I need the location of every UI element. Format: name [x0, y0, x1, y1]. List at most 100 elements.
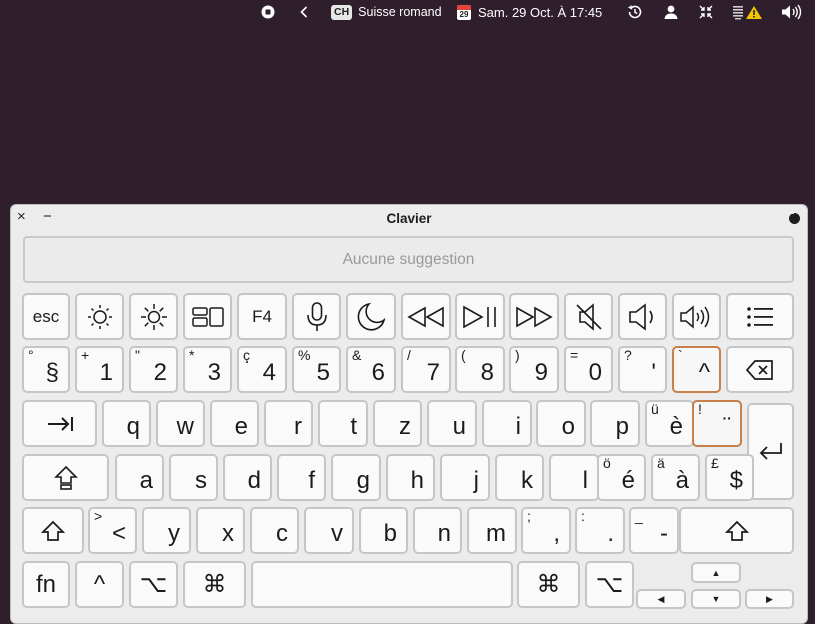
key-list[interactable] [726, 293, 794, 340]
key-shift-left[interactable] [22, 507, 84, 554]
key-arrow-right[interactable]: ▶ [745, 589, 794, 609]
moon-icon [355, 301, 387, 333]
record-stop-icon[interactable] [261, 0, 275, 24]
key-e-grave[interactable]: üè [645, 400, 694, 447]
command-icon: ⌘ [536, 571, 561, 598]
key-7[interactable]: /7 [401, 346, 451, 393]
key-brightness-down[interactable] [75, 293, 124, 340]
key-3[interactable]: * 3 [183, 346, 232, 393]
key-space[interactable] [251, 561, 513, 608]
more-options-icon[interactable] [789, 211, 800, 224]
microphone-icon [304, 301, 330, 333]
key-diaeresis[interactable]: ! ¨ [692, 400, 742, 447]
key-8[interactable]: (8 [455, 346, 505, 393]
key-h[interactable]: h [386, 454, 435, 501]
key-do-not-disturb[interactable] [346, 293, 396, 340]
key-f4[interactable]: F4 [237, 293, 287, 340]
key-tab[interactable] [22, 400, 97, 447]
key-o[interactable]: o [536, 400, 586, 447]
key-a[interactable]: a [115, 454, 164, 501]
key-b[interactable]: b [359, 507, 408, 554]
key-hyphen[interactable]: _ - [629, 507, 679, 554]
key-option-right[interactable]: ⌥ [585, 561, 634, 608]
key-9[interactable]: ) 9 [509, 346, 559, 393]
key-p[interactable]: p [590, 400, 640, 447]
battery-warning-icon[interactable] [732, 0, 764, 24]
key-4[interactable]: ç4 [237, 346, 287, 393]
key-comma[interactable]: ;, [521, 507, 571, 554]
key-option-left[interactable]: ⌥ [129, 561, 178, 608]
key-i[interactable]: i [482, 400, 532, 447]
date-time: Sam. 29 Oct. À 17:45 [478, 4, 603, 20]
key-command-left[interactable]: ⌘ [183, 561, 246, 608]
key-z[interactable]: z [373, 400, 422, 447]
key-g[interactable]: g [331, 454, 381, 501]
key-2[interactable]: " 2 [129, 346, 178, 393]
key-e[interactable]: e [210, 400, 259, 447]
key-c[interactable]: c [250, 507, 299, 554]
key-dictation[interactable] [292, 293, 341, 340]
collapse-arrows-icon[interactable] [698, 0, 714, 24]
clock-menu[interactable]: 29 Sam. 29 Oct. À 17:45 [457, 0, 602, 24]
user-icon[interactable] [663, 0, 679, 24]
fast-forward-icon [515, 306, 553, 328]
key-1[interactable]: +1 [75, 346, 124, 393]
key-play-pause[interactable] [455, 293, 505, 340]
key-a-grave[interactable]: äà [651, 454, 700, 501]
key-l[interactable]: l [549, 454, 599, 501]
key-v[interactable]: v [304, 507, 354, 554]
key-fast-forward[interactable] [509, 293, 559, 340]
key-section[interactable]: ° § [22, 346, 70, 393]
key-esc[interactable]: esc [22, 293, 70, 340]
key-rewind[interactable] [401, 293, 451, 340]
key-mute[interactable] [564, 293, 613, 340]
key-command-right[interactable]: ⌘ [517, 561, 580, 608]
time-machine-icon[interactable] [627, 0, 643, 24]
arrow-up-icon: ▲ [711, 567, 721, 578]
key-d[interactable]: d [223, 454, 272, 501]
key-s[interactable]: s [169, 454, 218, 501]
key-arrow-down[interactable]: ▼ [691, 589, 741, 609]
key-0[interactable]: = 0 [564, 346, 613, 393]
key-x[interactable]: x [196, 507, 245, 554]
input-source-menu[interactable]: CH Suisse romand [331, 0, 442, 24]
key-caps-lock[interactable] [22, 454, 109, 501]
key-m[interactable]: m [467, 507, 517, 554]
key-w[interactable]: w [156, 400, 205, 447]
option-icon: ⌥ [595, 571, 624, 598]
key-y[interactable]: y [142, 507, 191, 554]
chevron-left-icon[interactable] [300, 0, 308, 24]
command-icon: ⌘ [202, 571, 227, 598]
key-delete[interactable] [726, 346, 794, 393]
key-control[interactable]: ^ [75, 561, 124, 608]
key-return[interactable] [747, 403, 794, 500]
key-5[interactable]: % 5 [292, 346, 341, 393]
key-arrow-left[interactable]: ◀ [636, 589, 686, 609]
key-mission-control[interactable] [183, 293, 232, 340]
key-j[interactable]: j [440, 454, 490, 501]
key-volume-up[interactable] [672, 293, 721, 340]
key-volume-down[interactable] [618, 293, 667, 340]
key-less-than[interactable]: > < [88, 507, 137, 554]
key-arrow-up[interactable]: ▲ [691, 562, 741, 583]
volume-icon[interactable] [781, 0, 803, 24]
key-6[interactable]: & 6 [346, 346, 396, 393]
caps-lock-icon [53, 465, 79, 491]
key-circumflex[interactable]: ` ^ [672, 346, 721, 393]
key-t[interactable]: t [318, 400, 368, 447]
key-f[interactable]: f [277, 454, 326, 501]
key-brightness-up[interactable] [129, 293, 178, 340]
key-apostrophe[interactable]: ? ' [618, 346, 667, 393]
key-shift-right[interactable] [679, 507, 794, 554]
key-r[interactable]: r [264, 400, 313, 447]
key-fn[interactable]: fn [22, 561, 70, 608]
key-dollar[interactable]: £ $ [705, 454, 754, 501]
key-u[interactable]: u [427, 400, 477, 447]
key-q[interactable]: q [102, 400, 151, 447]
key-n[interactable]: n [413, 507, 462, 554]
key-period[interactable]: :. [575, 507, 625, 554]
menu-bar: CH Suisse romand 29 Sam. 29 Oct. À 17:45 [0, 0, 815, 24]
arrow-left-icon: ◀ [657, 593, 665, 604]
key-k[interactable]: k [495, 454, 544, 501]
key-e-acute[interactable]: öé [597, 454, 646, 501]
